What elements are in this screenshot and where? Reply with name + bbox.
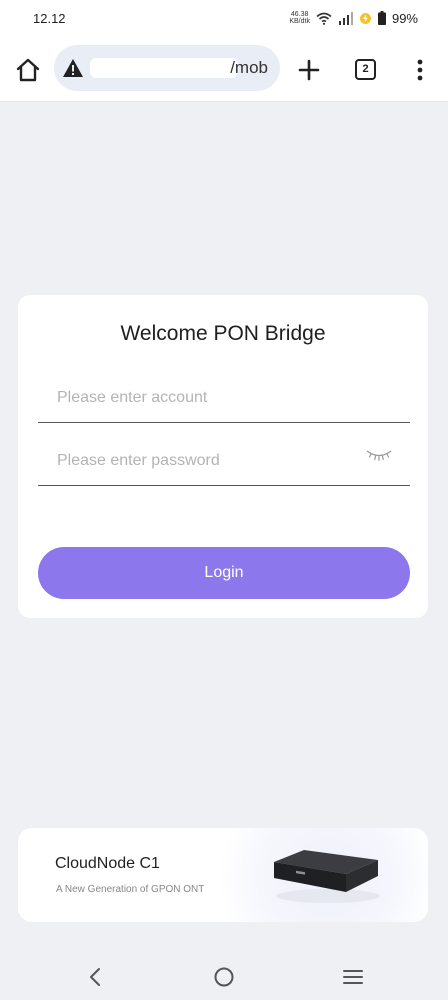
login-title: Welcome PON Bridge [120, 322, 326, 345]
network-speed-unit: KB/dtk [289, 18, 310, 25]
login-button[interactable]: Login [38, 547, 410, 599]
power-saver-icon [359, 12, 371, 24]
network-speed-value: 46.38 [290, 11, 309, 18]
account-field [38, 373, 410, 423]
address-bar[interactable]: /mob [54, 45, 280, 91]
password-input[interactable] [38, 436, 410, 485]
network-speed: 46.38 KB/dtk [289, 11, 310, 25]
status-bar: 12.12 46.38 KB/dtk 99% [0, 0, 448, 36]
battery-level: 99% [391, 10, 418, 26]
tab-switcher-button[interactable]: 2 [355, 59, 376, 80]
chevron-left-icon[interactable] [86, 966, 104, 988]
promo-subtitle: A New Generation of GPON ONT [56, 884, 205, 895]
more-vertical-icon[interactable] [410, 58, 430, 82]
status-icons: 46.38 KB/dtk 99% [289, 9, 418, 27]
url-redacted [90, 58, 238, 78]
signal-icon [338, 11, 353, 25]
password-field [38, 436, 410, 486]
promo-title: CloudNode C1 [55, 855, 160, 872]
browser-toolbar: /mob 2 [0, 36, 448, 102]
circle-home-icon[interactable] [213, 966, 235, 988]
eye-closed-icon[interactable] [366, 448, 392, 462]
warning-icon[interactable] [62, 58, 84, 78]
status-time: 12.12 [33, 11, 66, 26]
promo-banner[interactable]: CloudNode C1 A New Generation of GPON ON… [18, 828, 428, 922]
url-text: /mob [230, 58, 268, 77]
account-input[interactable] [38, 373, 410, 422]
menu-lines-icon[interactable] [342, 967, 364, 987]
system-nav-bar [0, 950, 448, 1000]
login-card: Welcome PON Bridge Login [18, 295, 428, 618]
wifi-icon [316, 12, 332, 25]
ont-device-image [274, 850, 380, 903]
home-icon[interactable] [14, 56, 42, 84]
battery-icon [377, 11, 386, 25]
plus-icon[interactable] [297, 58, 321, 82]
